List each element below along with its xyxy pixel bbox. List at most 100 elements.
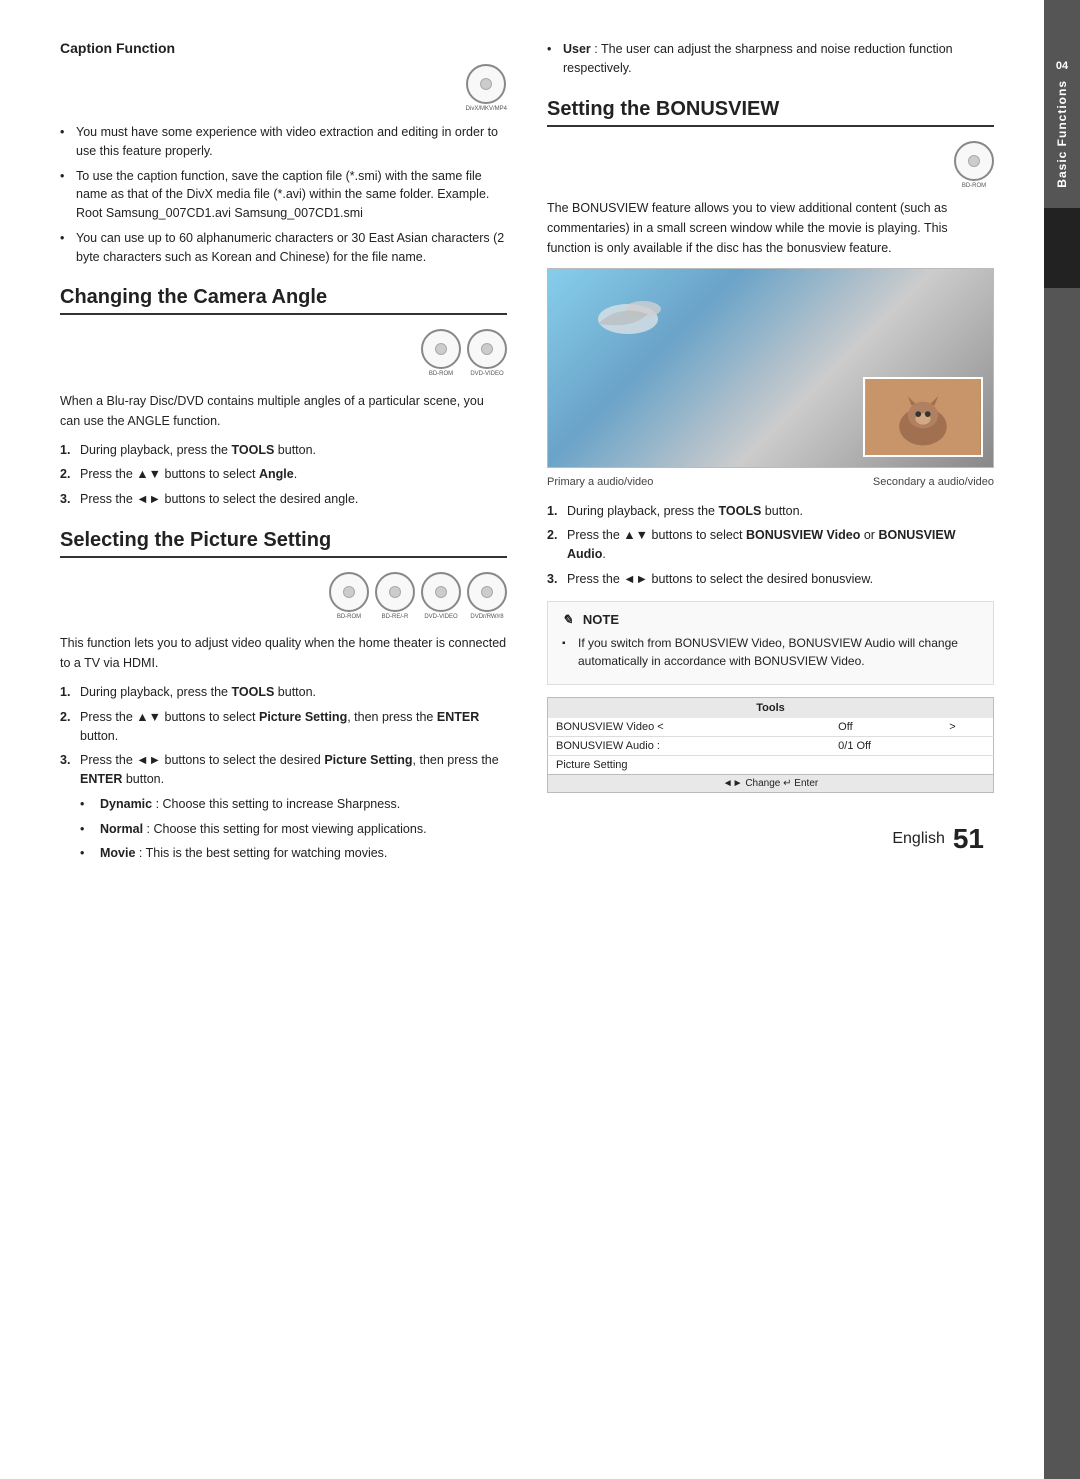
note-list: If you switch from BONUSVIEW Video, BONU… bbox=[562, 634, 979, 670]
bonusview-steps: 1. During playback, press the TOOLS butt… bbox=[547, 502, 994, 589]
user-bullet-list: User : The user can adjust the sharpness… bbox=[547, 40, 994, 78]
ps-bd-re-label: BD-RE/-R bbox=[382, 614, 409, 621]
divx-disc-label: DivX/MKV/MP4 bbox=[466, 106, 507, 113]
tools-row-1-arrow: > bbox=[941, 718, 993, 737]
camera-angle-icons: BD-ROM DVD-VIDEO bbox=[60, 329, 507, 378]
ps-normal: Normal : Choose this setting for most vi… bbox=[80, 820, 507, 839]
bonusview-secondary-video bbox=[863, 377, 983, 457]
page-number: 51 bbox=[953, 823, 984, 855]
ps-dvdr-label: DVDr/RW/r8 bbox=[470, 614, 503, 621]
bonusview-body: The BONUSVIEW feature allows you to view… bbox=[547, 198, 994, 258]
bonusview-image bbox=[547, 268, 994, 468]
ps-step-3: 3. Press the ◄► buttons to select the de… bbox=[60, 751, 507, 863]
bonusview-section: Setting the BONUSVIEW BD-ROM The BONUSVI… bbox=[547, 98, 994, 793]
cat-illustration bbox=[865, 379, 981, 455]
bonusview-heading: Setting the BONUSVIEW bbox=[547, 98, 994, 127]
dvd-video-icon-wrapper-1: DVD-VIDEO bbox=[467, 329, 507, 378]
right-column: User : The user can adjust the sharpness… bbox=[547, 40, 994, 1419]
bonusview-bd-rom-label: BD-ROM bbox=[962, 183, 986, 190]
bonusview-bd-rom-wrapper: BD-ROM bbox=[954, 141, 994, 190]
camera-angle-steps: 1. During playback, press the TOOLS butt… bbox=[60, 441, 507, 509]
tools-row-2-arrow bbox=[941, 736, 993, 755]
ps-bd-rom-wrapper: BD-ROM bbox=[329, 572, 369, 621]
bird-illustration bbox=[588, 289, 668, 349]
tools-row-1: BONUSVIEW Video < Off > bbox=[548, 718, 994, 737]
bonusview-icon-area: BD-ROM bbox=[547, 141, 994, 190]
ps-dvd-video-icon bbox=[421, 572, 461, 612]
user-bullet: User : The user can adjust the sharpness… bbox=[547, 40, 994, 78]
bonusview-image-labels: Primary a audio/video Secondary a audio/… bbox=[547, 476, 994, 488]
ps-dvd-video-label: DVD-VIDEO bbox=[424, 614, 457, 621]
ps-dvdr-wrapper: DVDr/RW/r8 bbox=[467, 572, 507, 621]
user-note-top: User : The user can adjust the sharpness… bbox=[547, 40, 994, 78]
ps-bd-rom-label: BD-ROM bbox=[337, 614, 361, 621]
camera-angle-section: Changing the Camera Angle BD-ROM DVD-VID… bbox=[60, 286, 507, 508]
caption-function-heading: Caption Function bbox=[60, 40, 507, 56]
note-title: ✎ NOTE bbox=[562, 612, 979, 628]
caption-bullet-2: To use the caption function, save the ca… bbox=[60, 167, 507, 223]
page-number-row: English 51 bbox=[547, 823, 994, 855]
bd-rom-disc-label-1: BD-ROM bbox=[429, 371, 453, 378]
camera-step-1: 1. During playback, press the TOOLS butt… bbox=[60, 441, 507, 460]
picture-setting-steps: 1. During playback, press the TOOLS butt… bbox=[60, 683, 507, 863]
ps-step-2: 2. Press the ▲▼ buttons to select Pictur… bbox=[60, 708, 507, 746]
two-column-layout: Caption Function DivX/MKV/MP4 You must h… bbox=[60, 40, 994, 1419]
secondary-audio-video-label: Secondary a audio/video bbox=[873, 476, 994, 488]
camera-angle-heading: Changing the Camera Angle bbox=[60, 286, 507, 315]
tools-row-3: Picture Setting bbox=[548, 755, 994, 774]
tools-row-2: BONUSVIEW Audio : 0/1 Off bbox=[548, 736, 994, 755]
bd-rom-icon-wrapper-1: BD-ROM bbox=[421, 329, 461, 378]
sidebar-accent-bar bbox=[1044, 208, 1080, 288]
ps-dvd-video-wrapper: DVD-VIDEO bbox=[421, 572, 461, 621]
ps-step-1: 1. During playback, press the TOOLS butt… bbox=[60, 683, 507, 702]
tools-row-3-value bbox=[830, 755, 941, 774]
bd-rom-disc-icon-1 bbox=[421, 329, 461, 369]
dvd-video-disc-label-1: DVD-VIDEO bbox=[470, 371, 503, 378]
ps-movie: Movie : This is the best setting for wat… bbox=[80, 844, 507, 863]
picture-setting-body: This function lets you to adjust video q… bbox=[60, 633, 507, 673]
ps-bd-re-wrapper: BD-RE/-R bbox=[375, 572, 415, 621]
chapter-number: 04 bbox=[1056, 60, 1068, 72]
chapter-label: Basic Functions bbox=[1055, 80, 1069, 188]
tools-row-1-label: BONUSVIEW Video < bbox=[548, 718, 831, 737]
tools-table: Tools BONUSVIEW Video < Off > BONUSVIEW … bbox=[547, 697, 994, 793]
caption-function-section: Caption Function DivX/MKV/MP4 You must h… bbox=[60, 40, 507, 266]
note-section: ✎ NOTE If you switch from BONUSVIEW Vide… bbox=[547, 601, 994, 685]
divx-icon-wrapper: DivX/MKV/MP4 bbox=[466, 64, 507, 113]
note-item-1: If you switch from BONUSVIEW Video, BONU… bbox=[562, 634, 979, 670]
tools-footer: ◄► Change ↵ Enter bbox=[548, 774, 994, 792]
caption-function-bullets: You must have some experience with video… bbox=[60, 123, 507, 266]
tools-row-2-value: 0/1 Off bbox=[830, 736, 941, 755]
picture-setting-section: Selecting the Picture Setting BD-ROM BD-… bbox=[60, 529, 507, 863]
main-content: Caption Function DivX/MKV/MP4 You must h… bbox=[0, 0, 1044, 1479]
bv-step-2: 2. Press the ▲▼ buttons to select BONUSV… bbox=[547, 526, 994, 564]
tools-row-3-arrow bbox=[941, 755, 993, 774]
caption-icon-area: DivX/MKV/MP4 bbox=[60, 64, 507, 113]
camera-step-2: 2. Press the ▲▼ buttons to select Angle. bbox=[60, 465, 507, 484]
tools-footer-row: ◄► Change ↵ Enter bbox=[548, 774, 994, 792]
bonusview-bd-rom-icon bbox=[954, 141, 994, 181]
ps-dvdr-icon bbox=[467, 572, 507, 612]
bv-step-3: 3. Press the ◄► buttons to select the de… bbox=[547, 570, 994, 589]
page-container: Caption Function DivX/MKV/MP4 You must h… bbox=[0, 0, 1080, 1479]
bv-step-1: 1. During playback, press the TOOLS butt… bbox=[547, 502, 994, 521]
ps-bd-re-icon bbox=[375, 572, 415, 612]
ps-bd-rom-icon bbox=[329, 572, 369, 612]
tools-row-1-value: Off bbox=[830, 718, 941, 737]
dvd-video-disc-icon-1 bbox=[467, 329, 507, 369]
caption-bullet-3: You can use up to 60 alphanumeric charac… bbox=[60, 229, 507, 267]
picture-setting-icons: BD-ROM BD-RE/-R DVD-VIDEO DVDr/RW/r bbox=[60, 572, 507, 621]
divx-disc-icon bbox=[466, 64, 506, 104]
page-language: English bbox=[892, 830, 944, 848]
tools-table-header: Tools bbox=[548, 697, 994, 718]
chapter-sidebar: 04 Basic Functions bbox=[1044, 0, 1080, 1479]
picture-setting-heading: Selecting the Picture Setting bbox=[60, 529, 507, 558]
tools-row-2-label: BONUSVIEW Audio : bbox=[548, 736, 831, 755]
tools-row-3-label: Picture Setting bbox=[548, 755, 831, 774]
camera-step-3: 3. Press the ◄► buttons to select the de… bbox=[60, 490, 507, 509]
caption-bullet-1: You must have some experience with video… bbox=[60, 123, 507, 161]
camera-angle-body: When a Blu-ray Disc/DVD contains multipl… bbox=[60, 391, 507, 431]
left-column: Caption Function DivX/MKV/MP4 You must h… bbox=[60, 40, 507, 1419]
picture-sub-bullets: Dynamic : Choose this setting to increas… bbox=[80, 795, 507, 863]
primary-audio-video-label: Primary a audio/video bbox=[547, 476, 653, 488]
